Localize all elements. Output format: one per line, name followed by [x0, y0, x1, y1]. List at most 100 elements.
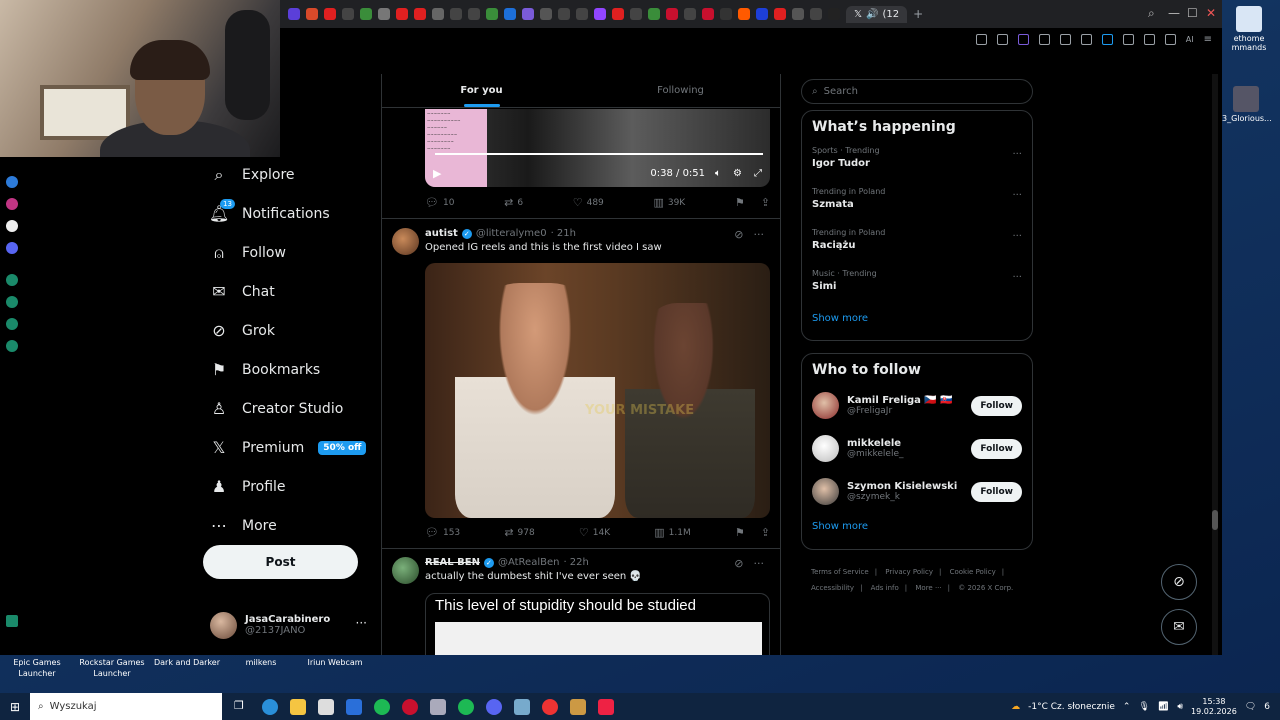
settings-icon[interactable] — [6, 340, 18, 352]
settings-icon[interactable]: ⚙ — [733, 168, 742, 179]
bookmark-button[interactable]: ⚑ ⇪ — [735, 526, 770, 539]
tab-favicon[interactable] — [540, 8, 552, 20]
extension-icon[interactable] — [1080, 33, 1092, 45]
instagram-icon[interactable] — [6, 198, 18, 210]
tweet-image[interactable]: YOUR MISTAKE — [425, 263, 770, 518]
ai-icon[interactable]: AI — [1186, 35, 1194, 44]
tab-favicon[interactable] — [306, 8, 318, 20]
repost-button[interactable]: ⇄ 978 — [504, 526, 534, 539]
tweet-time[interactable]: · 22h — [563, 557, 588, 568]
tab-favicon[interactable] — [450, 8, 462, 20]
gx-icon[interactable] — [6, 615, 18, 627]
share-icon[interactable]: ⇪ — [761, 196, 770, 209]
tab-favicon[interactable] — [792, 8, 804, 20]
play-icon[interactable]: ▶ — [433, 167, 441, 180]
who-to-follow-item[interactable]: Kamil Freliga 🇨🇿 🇸🇰 @FreligaJr Follow — [802, 384, 1032, 427]
terms-link[interactable]: Terms of Service — [811, 568, 869, 576]
privacy-link[interactable]: Privacy Policy — [885, 568, 933, 576]
app-icon[interactable] — [514, 698, 530, 715]
more-icon[interactable]: ··· — [754, 557, 765, 570]
tiktok-icon[interactable] — [6, 220, 18, 232]
avatar[interactable] — [392, 557, 419, 584]
follow-button[interactable]: Follow — [971, 395, 1022, 416]
search-input[interactable]: ⌕ Search — [801, 79, 1033, 104]
share-icon[interactable]: ⇪ — [761, 526, 770, 539]
tab-favicon[interactable] — [666, 8, 678, 20]
download-icon[interactable] — [1164, 33, 1176, 45]
more-icon[interactable]: ··· — [1012, 149, 1022, 160]
more-icon[interactable]: ··· — [1012, 231, 1022, 242]
more-icon[interactable]: ··· — [1012, 272, 1022, 283]
extension-icon[interactable] — [1017, 33, 1029, 45]
tab-favicon[interactable] — [558, 8, 570, 20]
tab-for-you[interactable]: For you — [382, 74, 581, 107]
tab-favicon[interactable] — [720, 8, 732, 20]
weather-text[interactable]: -1°C Cz. słonecznie — [1028, 702, 1115, 712]
tab-favicon[interactable] — [612, 8, 624, 20]
show-more-link[interactable]: Show more — [802, 513, 1032, 542]
tab-favicon[interactable] — [342, 8, 354, 20]
wifi-icon[interactable]: 📶︎ — [1158, 702, 1169, 712]
video-player[interactable]: ~~~~~~~ ~~~~~~~~~~ ~~~~~~ ~~~~~~~~~ ~~~~~~~~… — [425, 109, 770, 187]
discord-icon[interactable] — [486, 698, 502, 715]
app-icon[interactable] — [598, 698, 614, 715]
tab-following[interactable]: Following — [581, 74, 780, 107]
nav-item-grok[interactable]: ⊘ Grok — [200, 311, 380, 350]
reply-button[interactable]: 💬︎ 10 — [425, 196, 454, 209]
tweet-author-handle[interactable]: @AtRealBen — [498, 557, 560, 568]
sidebar-tool-icon[interactable] — [6, 318, 18, 330]
tab-favicon[interactable] — [702, 8, 714, 20]
clock[interactable]: 15:38 19.02.2026 — [1191, 697, 1237, 717]
store-icon[interactable] — [318, 698, 334, 715]
tab-favicon[interactable] — [630, 8, 642, 20]
nav-item-follow[interactable]: ⍝ Follow — [200, 233, 380, 272]
accessibility-link[interactable]: Accessibility — [811, 584, 854, 592]
chevron-up-icon[interactable]: ⌃ — [1123, 702, 1131, 712]
app-icon[interactable] — [542, 698, 558, 715]
extension-icon[interactable] — [1038, 33, 1050, 45]
sidebar-tool-icon[interactable] — [6, 274, 18, 286]
menu-icon[interactable]: ≡ — [1204, 34, 1212, 45]
tweet-time[interactable]: · 21h — [551, 228, 576, 239]
windows-start-icon[interactable]: ⊞ — [0, 693, 30, 720]
nav-item-explore[interactable]: ⌕ Explore — [200, 155, 380, 194]
tab-favicon[interactable] — [504, 8, 516, 20]
tab-favicon[interactable] — [414, 8, 426, 20]
reply-button[interactable]: 💬︎ 153 — [425, 526, 460, 539]
tab-favicon[interactable] — [468, 8, 480, 20]
close-icon[interactable]: ✕ — [1206, 6, 1216, 20]
nav-item-bookmarks[interactable]: ⚑ Bookmarks — [200, 350, 380, 389]
extension-icon[interactable] — [1059, 33, 1071, 45]
tab-favicon[interactable] — [594, 8, 606, 20]
follow-button[interactable]: Follow — [971, 481, 1022, 502]
more-icon[interactable]: ··· — [1012, 190, 1022, 201]
desktop-shortcut-label[interactable]: Iriun Webcam — [300, 657, 370, 668]
extension-icon[interactable] — [975, 33, 987, 45]
tab-favicon[interactable] — [486, 8, 498, 20]
trend-item[interactable]: Trending in Poland Szmata ··· — [802, 182, 1032, 223]
like-button[interactable]: ♡ 14K — [579, 526, 610, 539]
search-tabs-icon[interactable]: ⌕ — [1148, 6, 1155, 21]
scrollbar[interactable] — [1212, 74, 1218, 655]
bookmark-button[interactable]: ⚑ ⇪ — [735, 196, 770, 209]
desktop-shortcut-label[interactable]: Epic Games Launcher — [2, 657, 72, 679]
show-more-link[interactable]: Show more — [802, 305, 1032, 334]
tab-favicon[interactable] — [828, 8, 840, 20]
tab-favicon[interactable] — [774, 8, 786, 20]
tab-favicon[interactable] — [360, 8, 372, 20]
desktop-shortcut[interactable]: 3_Glorious... — [1222, 86, 1272, 123]
puzzle-icon[interactable] — [1122, 33, 1134, 45]
extension-icon[interactable] — [996, 33, 1008, 45]
nav-item-creator-studio[interactable]: ♙ Creator Studio — [200, 389, 380, 428]
nav-item-premium[interactable]: 𝕏 Premium 50% off — [200, 428, 380, 467]
tab-favicon[interactable] — [378, 8, 390, 20]
profile-icon[interactable] — [1143, 33, 1155, 45]
file-explorer-icon[interactable] — [290, 698, 306, 715]
tab-favicon[interactable] — [522, 8, 534, 20]
tab-favicon[interactable] — [288, 8, 300, 20]
messages-float-button[interactable]: ✉ — [1161, 609, 1197, 645]
nav-item-chat[interactable]: ✉ Chat — [200, 272, 380, 311]
task-view-icon[interactable]: ❐ — [234, 699, 250, 715]
outlook-icon[interactable] — [346, 698, 362, 715]
notification-icon[interactable]: 🗨︎ — [1245, 702, 1256, 712]
